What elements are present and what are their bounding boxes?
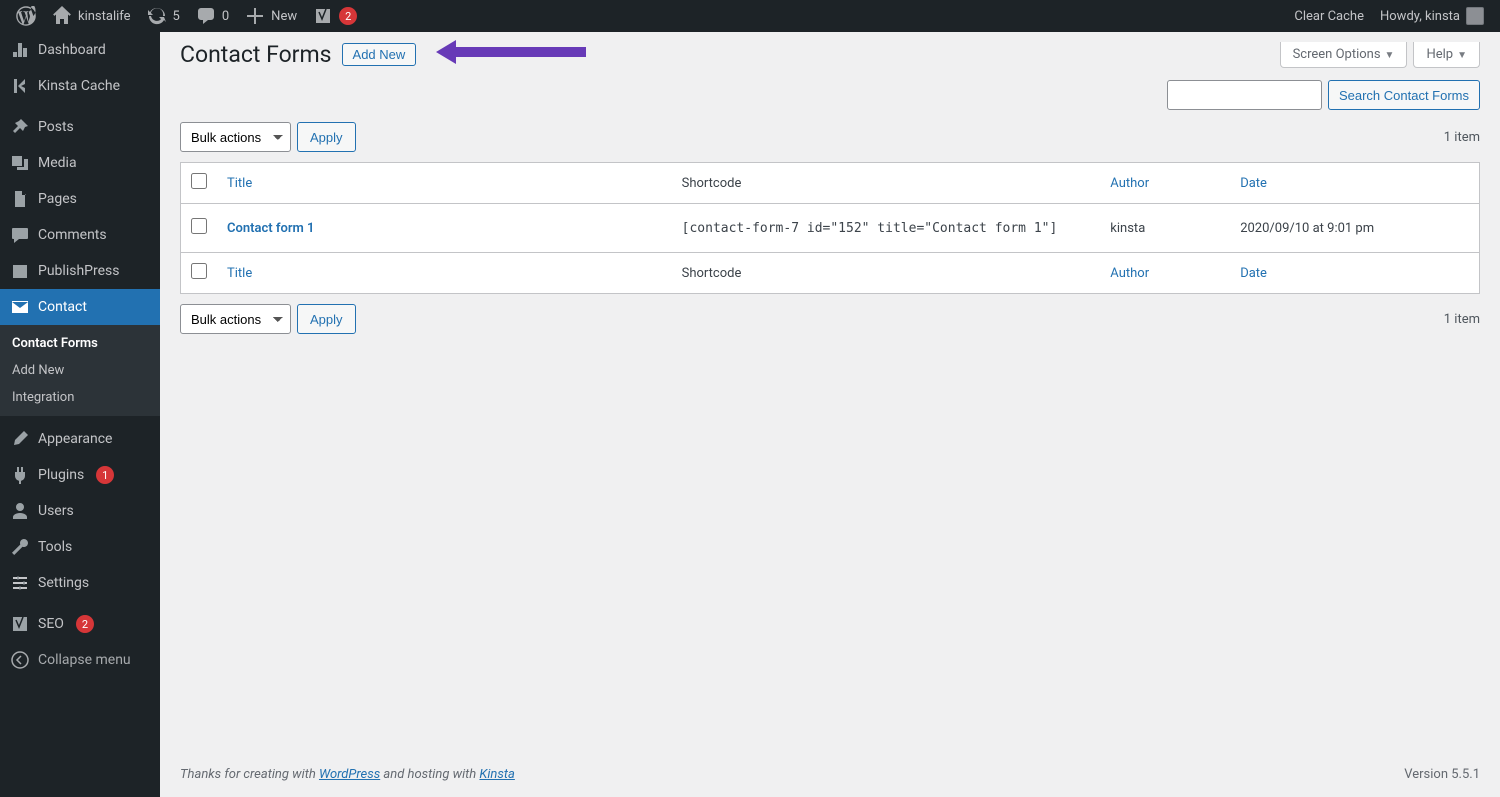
sidebar-item-kinsta-cache[interactable]: Kinsta Cache (0, 68, 160, 104)
item-count-bottom: 1 item (1444, 312, 1480, 327)
sidebar-subitem-add-new[interactable]: Add New (0, 357, 160, 384)
add-new-button[interactable]: Add New (342, 43, 417, 66)
sidebar-item-comments[interactable]: Comments (0, 217, 160, 253)
search-input[interactable] (1167, 80, 1322, 110)
sidebar-item-media[interactable]: Media (0, 145, 160, 181)
howdy-label: Howdy, kinsta (1380, 9, 1460, 24)
sidebar-submenu-contact: Contact Forms Add New Integration (0, 325, 160, 416)
yoast-notif[interactable]: 2 (305, 0, 365, 32)
col-date[interactable]: Date (1240, 176, 1267, 191)
version-label: Version 5.5.1 (1404, 767, 1480, 782)
plugins-badge: 1 (96, 466, 114, 484)
media-icon (10, 153, 30, 173)
comment-icon (196, 6, 216, 26)
sidebar-item-pages[interactable]: Pages (0, 181, 160, 217)
kinsta-link[interactable]: Kinsta (479, 767, 514, 782)
comments-count: 0 (222, 9, 229, 24)
sidebar-item-settings[interactable]: Settings (0, 565, 160, 601)
updates-count: 5 (173, 9, 180, 24)
forms-table: Title Shortcode Author Date Contact form… (180, 162, 1480, 294)
wordpress-logo[interactable] (8, 0, 44, 32)
bulk-actions-select-top[interactable]: Bulk actions (180, 122, 291, 152)
sidebar-item-users[interactable]: Users (0, 493, 160, 529)
sliders-icon (10, 573, 30, 593)
col-title[interactable]: Title (227, 176, 252, 191)
annotation-arrow (436, 40, 586, 68)
home-icon (52, 6, 72, 26)
sidebar-subitem-integration[interactable]: Integration (0, 384, 160, 411)
wordpress-icon (16, 6, 36, 26)
sidebar-item-posts[interactable]: Posts (0, 109, 160, 145)
yoast-icon (10, 614, 30, 634)
col-author-bottom[interactable]: Author (1110, 266, 1149, 281)
collapse-icon (10, 650, 30, 670)
clear-cache-link[interactable]: Clear Cache (1286, 0, 1372, 32)
new-link[interactable]: New (237, 0, 305, 32)
pin-icon (10, 117, 30, 137)
sidebar-item-tools[interactable]: Tools (0, 529, 160, 565)
col-date-bottom[interactable]: Date (1240, 266, 1267, 281)
collapse-menu[interactable]: Collapse menu (0, 642, 160, 678)
col-shortcode-bottom: Shortcode (672, 253, 1101, 294)
yoast-icon (313, 6, 333, 26)
col-title-bottom[interactable]: Title (227, 266, 252, 281)
howdy-link[interactable]: Howdy, kinsta (1372, 0, 1492, 32)
kinsta-icon (10, 76, 30, 96)
bulk-actions-select-bottom[interactable]: Bulk actions (180, 304, 291, 334)
new-label: New (271, 9, 297, 24)
page-title: Contact Forms (180, 41, 332, 68)
sidebar-item-dashboard[interactable]: Dashboard (0, 32, 160, 68)
apply-button-bottom[interactable]: Apply (297, 304, 356, 334)
page-icon (10, 189, 30, 209)
select-all-top[interactable] (191, 173, 207, 189)
form-author: kinsta (1100, 204, 1230, 253)
wrench-icon (10, 537, 30, 557)
notif-badge: 2 (339, 7, 357, 25)
sidebar-subitem-contact-forms[interactable]: Contact Forms (0, 330, 160, 357)
plus-icon (245, 6, 265, 26)
sidebar-item-plugins[interactable]: Plugins 1 (0, 457, 160, 493)
user-icon (10, 501, 30, 521)
seo-badge: 2 (76, 615, 94, 633)
col-author[interactable]: Author (1110, 176, 1149, 191)
form-shortcode: [contact-form-7 id="152" title="Contact … (672, 204, 1101, 253)
comments-icon (10, 225, 30, 245)
admin-toolbar: kinstalife 5 0 New 2 Clear Cache Howdy, … (0, 0, 1500, 32)
site-name-label: kinstalife (78, 9, 131, 24)
plugin-icon (10, 465, 30, 485)
sidebar-item-seo[interactable]: SEO 2 (0, 606, 160, 642)
updates-link[interactable]: 5 (139, 0, 188, 32)
admin-sidebar: Dashboard Kinsta Cache Posts Media Pages… (0, 32, 160, 797)
table-row: Contact form 1 [contact-form-7 id="152" … (181, 204, 1480, 253)
item-count-top: 1 item (1444, 130, 1480, 145)
apply-button-top[interactable]: Apply (297, 122, 356, 152)
sidebar-item-contact[interactable]: Contact (0, 289, 160, 325)
avatar (1466, 7, 1484, 25)
brush-icon (10, 429, 30, 449)
search-button[interactable]: Search Contact Forms (1328, 80, 1480, 110)
mail-icon (10, 297, 30, 317)
sidebar-item-publishpress[interactable]: PublishPress (0, 253, 160, 289)
sidebar-item-appearance[interactable]: Appearance (0, 421, 160, 457)
main-content: Screen Options▼ Help▼ Contact Forms Add … (160, 32, 1500, 797)
calendar-icon (10, 261, 30, 281)
comments-link[interactable]: 0 (188, 0, 237, 32)
col-shortcode: Shortcode (672, 163, 1101, 204)
site-name-link[interactable]: kinstalife (44, 0, 139, 32)
update-icon (147, 6, 167, 26)
select-all-bottom[interactable] (191, 263, 207, 279)
wordpress-link[interactable]: WordPress (319, 767, 380, 782)
footer: Thanks for creating with WordPress and h… (180, 752, 1480, 797)
form-date: 2020/09/10 at 9:01 pm (1230, 204, 1479, 253)
form-title-link[interactable]: Contact form 1 (227, 221, 314, 236)
row-checkbox[interactable] (191, 218, 207, 234)
dashboard-icon (10, 40, 30, 60)
